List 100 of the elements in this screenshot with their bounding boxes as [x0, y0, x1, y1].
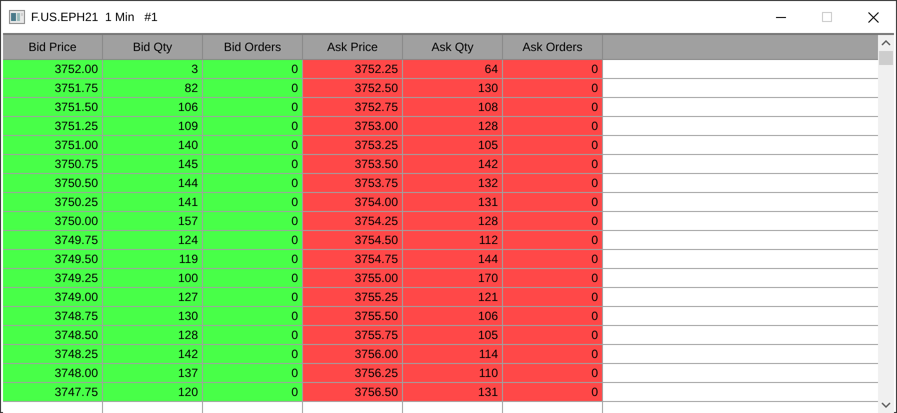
table-cell: 0	[203, 98, 303, 117]
column-header[interactable]: Ask Price	[303, 35, 403, 59]
table-cell: 3751.25	[3, 117, 103, 136]
table-cell: 3751.75	[3, 79, 103, 98]
table-cell: 3756.00	[303, 345, 403, 364]
table-cell: 0	[203, 155, 303, 174]
table-cell: 142	[103, 345, 203, 364]
table-cell: 131	[403, 383, 503, 402]
table-cell: 0	[203, 345, 303, 364]
table-cell: 3750.25	[3, 193, 103, 212]
table-cell: 3756.25	[303, 364, 403, 383]
table-cell: 3754.75	[303, 250, 403, 269]
table-cell: 0	[503, 364, 603, 383]
table-cell: 3755.75	[303, 326, 403, 345]
table-cell: 0	[203, 193, 303, 212]
table-cell: 0	[203, 231, 303, 250]
table-cell: 0	[503, 288, 603, 307]
table-cell: 64	[403, 60, 503, 79]
table-cell: 105	[403, 136, 503, 155]
table-cell: 157	[103, 212, 203, 231]
table-cell: 132	[403, 174, 503, 193]
table-cell: 108	[403, 98, 503, 117]
table-cell: 0	[203, 79, 303, 98]
table-cell: 0	[203, 326, 303, 345]
table-cell: 3751.00	[3, 136, 103, 155]
table-cell: 106	[103, 98, 203, 117]
table-cell: 0	[203, 288, 303, 307]
table-cell: 128	[403, 117, 503, 136]
table-cell: 3756.50	[303, 383, 403, 402]
column-header[interactable]: Ask Orders	[503, 35, 603, 59]
maximize-icon	[822, 12, 832, 22]
table-cell: 0	[503, 212, 603, 231]
table-cell: 3749.25	[3, 269, 103, 288]
table-cell: 3755.00	[303, 269, 403, 288]
table-cell: 0	[503, 307, 603, 326]
table-cell: 0	[503, 174, 603, 193]
table-cell: 140	[103, 136, 203, 155]
table-cell: 120	[103, 383, 203, 402]
table-cell: 0	[503, 383, 603, 402]
table-cell: 142	[403, 155, 503, 174]
column-header[interactable]: Bid Price	[3, 35, 103, 59]
column-header[interactable]: Bid Qty	[103, 35, 203, 59]
table-cell: 3748.25	[3, 345, 103, 364]
table-cell: 128	[103, 326, 203, 345]
scroll-thumb[interactable]	[879, 51, 893, 65]
table-cell: 3752.50	[303, 79, 403, 98]
table-cell: 3753.00	[303, 117, 403, 136]
table-cell: 105	[403, 326, 503, 345]
table-cell: 3749.50	[3, 250, 103, 269]
table-cell: 3754.25	[303, 212, 403, 231]
table-cell: 3753.50	[303, 155, 403, 174]
table-cell: 3752.00	[3, 60, 103, 79]
table-cell: 3753.75	[303, 174, 403, 193]
table-cell: 130	[103, 307, 203, 326]
table-cell: 0	[503, 117, 603, 136]
table-cell: 3749.00	[3, 288, 103, 307]
table-cell: 0	[203, 250, 303, 269]
table-cell: 0	[203, 174, 303, 193]
table-cell: 119	[103, 250, 203, 269]
table-cell: 127	[103, 288, 203, 307]
window-title: F.US.EPH21 1 Min #1	[31, 10, 159, 24]
table-cell: 3754.00	[303, 193, 403, 212]
table-cell: 0	[503, 79, 603, 98]
table-cell: 3750.00	[3, 212, 103, 231]
table-cell: 3753.25	[303, 136, 403, 155]
table-cell: 114	[403, 345, 503, 364]
table-cell: 106	[403, 307, 503, 326]
close-icon	[868, 12, 878, 22]
table-cell: 128	[403, 212, 503, 231]
table-cell: 0	[503, 231, 603, 250]
table-cell: 0	[503, 155, 603, 174]
table-cell: 0	[203, 212, 303, 231]
table-cell: 137	[103, 364, 203, 383]
table-cell: 0	[503, 345, 603, 364]
table-cell: 0	[203, 136, 303, 155]
table-cell: 82	[103, 79, 203, 98]
table-cell: 0	[203, 383, 303, 402]
table-cell: 0	[503, 136, 603, 155]
table-cell: 112	[403, 231, 503, 250]
table-cell: 3747.75	[3, 383, 103, 402]
column-header[interactable]: Bid Orders	[203, 35, 303, 59]
table-cell: 0	[203, 307, 303, 326]
table-cell: 0	[203, 60, 303, 79]
table-cell: 130	[403, 79, 503, 98]
table-cell: 0	[203, 269, 303, 288]
table-cell: 0	[503, 98, 603, 117]
table-cell: 3755.25	[303, 288, 403, 307]
table-cell: 3748.50	[3, 326, 103, 345]
column-header[interactable]: Ask Qty	[403, 35, 503, 59]
table-cell: 121	[403, 288, 503, 307]
table-cell: 0	[203, 364, 303, 383]
table-cell: 170	[403, 269, 503, 288]
table-cell: 124	[103, 231, 203, 250]
table-cell: 145	[103, 155, 203, 174]
table-cell: 3750.75	[3, 155, 103, 174]
table-cell: 0	[503, 193, 603, 212]
table-cell: 144	[103, 174, 203, 193]
table-cell: 3750.50	[3, 174, 103, 193]
table-cell: 100	[103, 269, 203, 288]
table-cell: 3751.50	[3, 98, 103, 117]
